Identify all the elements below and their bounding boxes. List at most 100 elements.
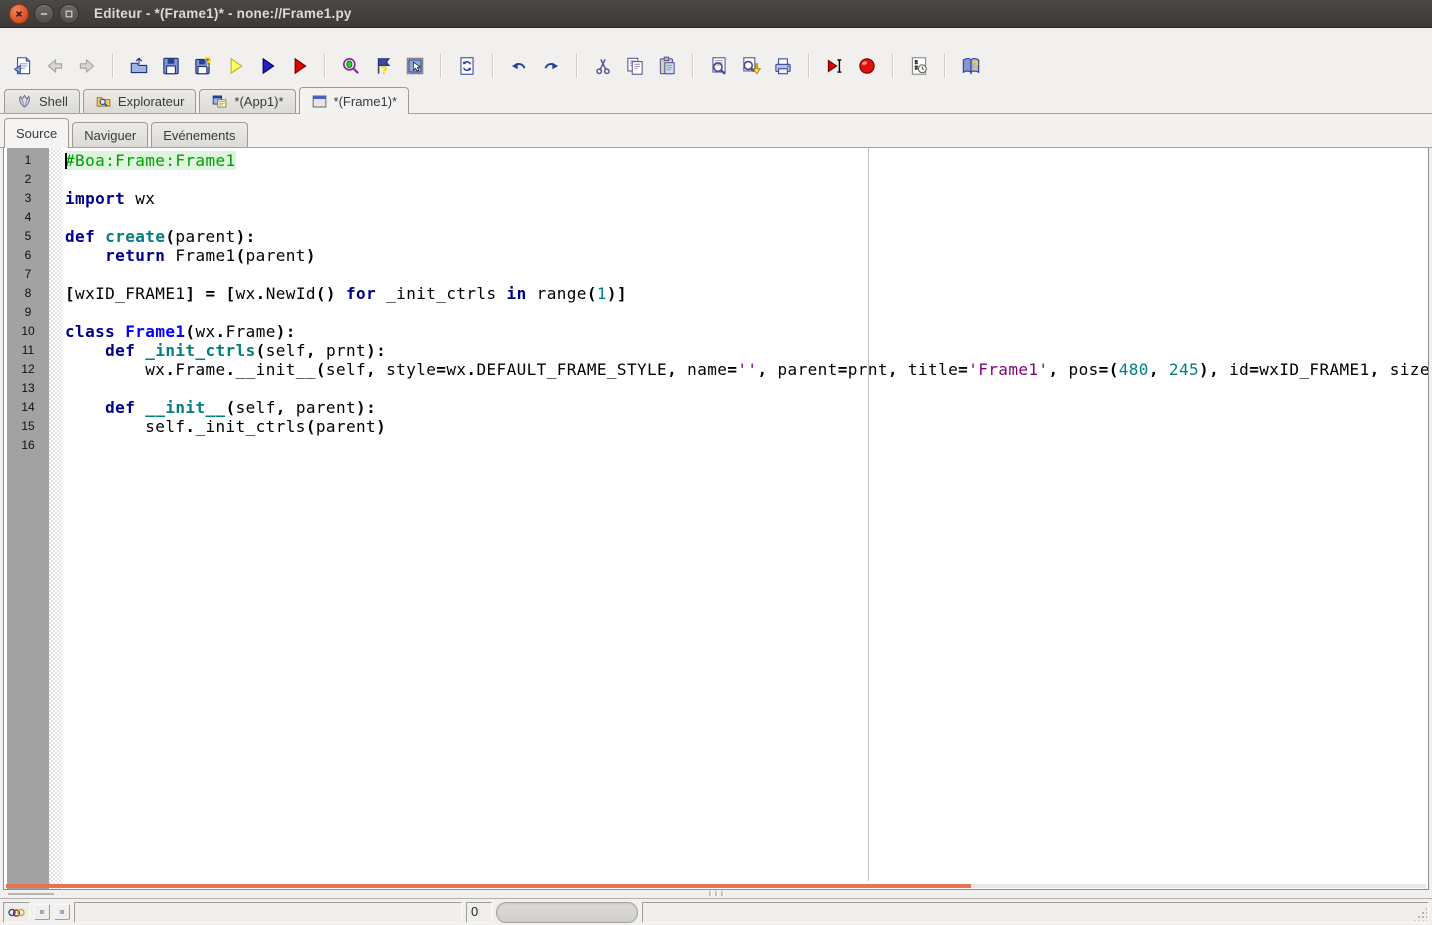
- inspect-button[interactable]: [402, 53, 428, 79]
- page-setup-icon: [12, 55, 34, 77]
- undo-button[interactable]: [506, 53, 532, 79]
- tab-label: Evénements: [163, 127, 236, 143]
- window-minimize-button[interactable]: [34, 3, 54, 24]
- code-line-9[interactable]: [65, 303, 1428, 322]
- code-line-8[interactable]: [wxID_FRAME1] = [wx.NewId() for _init_ct…: [65, 284, 1428, 303]
- code-line-16[interactable]: [65, 436, 1428, 455]
- undo-icon: [508, 55, 530, 77]
- find-again-icon: [740, 55, 762, 77]
- line-number: 7: [24, 267, 32, 281]
- links-icon: [7, 903, 26, 922]
- status-prev-button[interactable]: [34, 904, 50, 920]
- reload-button[interactable]: [454, 53, 480, 79]
- window-close-button[interactable]: [9, 3, 29, 24]
- todo-list-icon: [908, 55, 930, 77]
- code-line-14[interactable]: def __init__(self, parent):: [65, 398, 1428, 417]
- resize-grip-icon[interactable]: [1413, 906, 1427, 921]
- run-to-cursor-button[interactable]: [822, 53, 848, 79]
- subtab-source[interactable]: Source: [4, 118, 70, 148]
- line-number: 1: [24, 153, 32, 167]
- code-line-1[interactable]: #Boa:Frame:Frame1: [65, 151, 1428, 170]
- code-line-13[interactable]: [65, 379, 1428, 398]
- print-button[interactable]: [770, 53, 796, 79]
- toolbar-separator: [944, 54, 946, 78]
- print-icon: [772, 55, 794, 77]
- subtab-evenements[interactable]: Evénements: [151, 122, 248, 147]
- toggle-breakpoint-button[interactable]: [854, 53, 880, 79]
- code-line-5[interactable]: def create(parent):: [65, 227, 1428, 246]
- titlebar: Editeur - *(Frame1)* - none://Frame1.py: [0, 0, 1432, 28]
- toolbar: [0, 28, 1432, 86]
- toolbar-separator: [440, 54, 442, 78]
- line-number: 10: [21, 324, 35, 338]
- toolbar-separator: [324, 54, 326, 78]
- tab-app1[interactable]: *(App1)*: [199, 89, 296, 113]
- paste-button[interactable]: [654, 53, 680, 79]
- inspect-icon: [404, 55, 426, 77]
- sash-splitter[interactable]: [0, 890, 1432, 898]
- tab-explorateur[interactable]: Explorateur: [82, 89, 197, 113]
- help-icon: [960, 55, 982, 77]
- paste-icon: [656, 55, 678, 77]
- line-number: 14: [21, 400, 35, 414]
- tab-label: Source: [16, 126, 58, 141]
- page-setup-button[interactable]: [10, 53, 36, 79]
- find-again-button[interactable]: [738, 53, 764, 79]
- redo-icon: [540, 55, 562, 77]
- run-to-cursor-icon: [824, 55, 846, 77]
- code-line-7[interactable]: [65, 265, 1428, 284]
- forward-icon: [76, 55, 98, 77]
- editor-window: Editeur - *(Frame1)* - none://Frame1.py …: [0, 0, 1432, 925]
- main-tab-bar: Shell Explorateur *(App1)* *(Frame1)*: [0, 86, 1432, 114]
- tab-label: Shell: [39, 94, 68, 109]
- code-area[interactable]: #Boa:Frame:Frame1 import wx def create(par…: [62, 148, 1428, 889]
- line-number: 4: [24, 210, 32, 224]
- check-source-button[interactable]: [222, 53, 248, 79]
- run-app-icon: [256, 55, 278, 77]
- line-number: 2: [24, 172, 32, 186]
- tab-label: Naviguer: [84, 127, 137, 143]
- save-as-icon: [192, 55, 214, 77]
- status-next-button[interactable]: [54, 904, 70, 920]
- forward-button[interactable]: [74, 53, 100, 79]
- code-line-11[interactable]: def _init_ctrls(self, prnt):: [65, 341, 1428, 360]
- frame-icon: [311, 93, 328, 110]
- back-button[interactable]: [42, 53, 68, 79]
- debug-post-mortem-button[interactable]: [370, 53, 396, 79]
- code-editor[interactable]: 1 2 3 4 5 6 7 8 9 10 11 12 13 14 15 16 #Boa:Frame:Frame…: [3, 148, 1429, 890]
- debug-button[interactable]: [338, 53, 364, 79]
- status-right-panel: [642, 901, 1429, 923]
- help-button[interactable]: [958, 53, 984, 79]
- tab-shell[interactable]: Shell: [4, 89, 80, 113]
- code-line-15[interactable]: self._init_ctrls(parent): [65, 417, 1428, 436]
- subtab-naviguer[interactable]: Naviguer: [72, 122, 149, 147]
- code-line-10[interactable]: class Frame1(wx.Frame):: [65, 322, 1428, 341]
- open-icon: [128, 55, 150, 77]
- code-line-6[interactable]: return Frame1(parent): [65, 246, 1428, 265]
- horizontal-scrollbar-thumb[interactable]: [6, 884, 971, 888]
- line-number: 11: [21, 343, 35, 357]
- check-source-icon: [224, 55, 246, 77]
- open-button[interactable]: [126, 53, 152, 79]
- line-number: 16: [21, 438, 35, 452]
- save-as-button[interactable]: [190, 53, 216, 79]
- code-line-2[interactable]: [65, 170, 1428, 189]
- run-application-button[interactable]: [254, 53, 280, 79]
- save-button[interactable]: [158, 53, 184, 79]
- toolbar-separator: [808, 54, 810, 78]
- cut-button[interactable]: [590, 53, 616, 79]
- tab-frame1[interactable]: *(Frame1)*: [298, 87, 410, 114]
- window-maximize-button[interactable]: [59, 3, 79, 24]
- run-module-button[interactable]: [286, 53, 312, 79]
- code-line-4[interactable]: [65, 208, 1428, 227]
- reload-icon: [456, 55, 478, 77]
- find-button[interactable]: [706, 53, 732, 79]
- line-number: 13: [21, 381, 35, 395]
- todo-list-button[interactable]: [906, 53, 932, 79]
- code-line-3[interactable]: import wx: [65, 189, 1428, 208]
- copy-button[interactable]: [622, 53, 648, 79]
- toolbar-separator: [492, 54, 494, 78]
- tab-label: Explorateur: [117, 94, 185, 109]
- redo-button[interactable]: [538, 53, 564, 79]
- code-line-12[interactable]: wx.Frame.__init__(self, style=wx.DEFAULT…: [65, 360, 1428, 379]
